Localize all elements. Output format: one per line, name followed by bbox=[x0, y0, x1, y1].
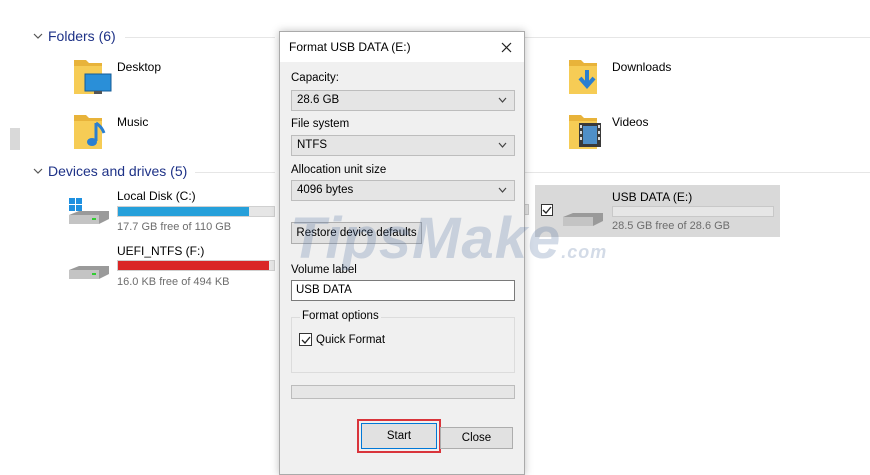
chevron-down-icon bbox=[498, 142, 507, 148]
folders-header-label: Folders (6) bbox=[48, 28, 116, 44]
dialog-titlebar[interactable]: Format USB DATA (E:) bbox=[280, 32, 524, 62]
capacity-value: 28.6 GB bbox=[297, 94, 340, 106]
quick-format-checkbox[interactable]: Quick Format bbox=[299, 333, 385, 346]
format-options-label: Format options bbox=[300, 310, 381, 322]
folders-divider-right bbox=[525, 37, 870, 38]
checkmark-icon bbox=[542, 206, 552, 214]
checkbox-box[interactable] bbox=[299, 333, 312, 346]
drive-free-space: 17.7 GB free of 110 GB bbox=[117, 221, 232, 233]
select-checkbox[interactable] bbox=[541, 204, 553, 216]
close-button[interactable]: Close bbox=[440, 427, 513, 449]
filesystem-label: File system bbox=[291, 118, 350, 130]
drive-usb-data-e[interactable]: USB DATA (E:) 28.5 GB free of 28.6 GB bbox=[535, 185, 780, 237]
folder-label: Videos bbox=[612, 115, 649, 129]
desktop-folder-icon bbox=[74, 60, 112, 94]
watermark-suffix: .com bbox=[561, 242, 608, 262]
filesystem-value: NTFS bbox=[297, 139, 328, 151]
drive-usage-bar bbox=[612, 206, 774, 217]
folder-label: Desktop bbox=[117, 60, 162, 74]
capacity-select[interactable]: 28.6 GB bbox=[291, 90, 515, 111]
allocation-value: 4096 bytes bbox=[297, 184, 354, 196]
folder-label: Music bbox=[117, 115, 149, 129]
downloads-folder-icon bbox=[569, 60, 597, 94]
allocation-select[interactable]: 4096 bytes bbox=[291, 180, 515, 201]
drive-usage-bar bbox=[117, 260, 275, 271]
restore-defaults-button[interactable]: Restore device defaults bbox=[291, 222, 422, 244]
volume-label-input[interactable]: USB DATA bbox=[291, 280, 515, 301]
drive-usage-bar bbox=[117, 206, 275, 217]
devices-section-header[interactable]: Devices and drives (5) bbox=[33, 163, 187, 179]
windows-drive-icon bbox=[69, 198, 109, 224]
start-button[interactable]: Start bbox=[361, 423, 437, 449]
chevron-down-icon bbox=[33, 33, 43, 39]
drive-usage-fill bbox=[118, 207, 250, 216]
nav-pane-edge bbox=[10, 128, 20, 150]
music-folder-icon bbox=[74, 115, 106, 149]
format-dialog: Format USB DATA (E:) Capacity: 28.6 GB F… bbox=[279, 31, 525, 475]
quick-format-label: Quick Format bbox=[316, 333, 386, 346]
devices-header-label: Devices and drives (5) bbox=[48, 163, 188, 179]
usb-drive-icon bbox=[563, 213, 603, 226]
allocation-label: Allocation unit size bbox=[291, 164, 387, 176]
chevron-down-icon bbox=[498, 97, 507, 103]
drive-free-space: 28.5 GB free of 28.6 GB bbox=[612, 220, 731, 232]
drive-name: UEFI_NTFS (F:) bbox=[117, 244, 205, 258]
dialog-title: Format USB DATA (E:) bbox=[289, 40, 411, 54]
filesystem-select[interactable]: NTFS bbox=[291, 135, 515, 156]
drive-name: Local Disk (C:) bbox=[117, 189, 196, 203]
checkmark-icon bbox=[301, 336, 310, 344]
devices-divider-right bbox=[525, 172, 870, 173]
chevron-down-icon bbox=[498, 187, 507, 193]
chevron-down-icon bbox=[33, 168, 43, 174]
close-icon[interactable] bbox=[494, 35, 518, 59]
drive-free-space: 16.0 KB free of 494 KB bbox=[117, 276, 230, 288]
folder-label: Downloads bbox=[612, 60, 672, 74]
drive-name: USB DATA (E:) bbox=[612, 190, 693, 204]
folders-divider bbox=[125, 37, 275, 38]
format-progress-bar bbox=[291, 385, 515, 399]
format-options-group: Format options Quick Format bbox=[291, 310, 515, 373]
drive-usage-fill bbox=[118, 261, 270, 270]
devices-divider bbox=[195, 172, 275, 173]
drive-icon bbox=[69, 266, 109, 279]
capacity-label: Capacity: bbox=[291, 72, 339, 84]
videos-folder-icon bbox=[569, 115, 601, 149]
volume-label: Volume label bbox=[291, 264, 357, 276]
folders-section-header[interactable]: Folders (6) bbox=[33, 28, 116, 44]
